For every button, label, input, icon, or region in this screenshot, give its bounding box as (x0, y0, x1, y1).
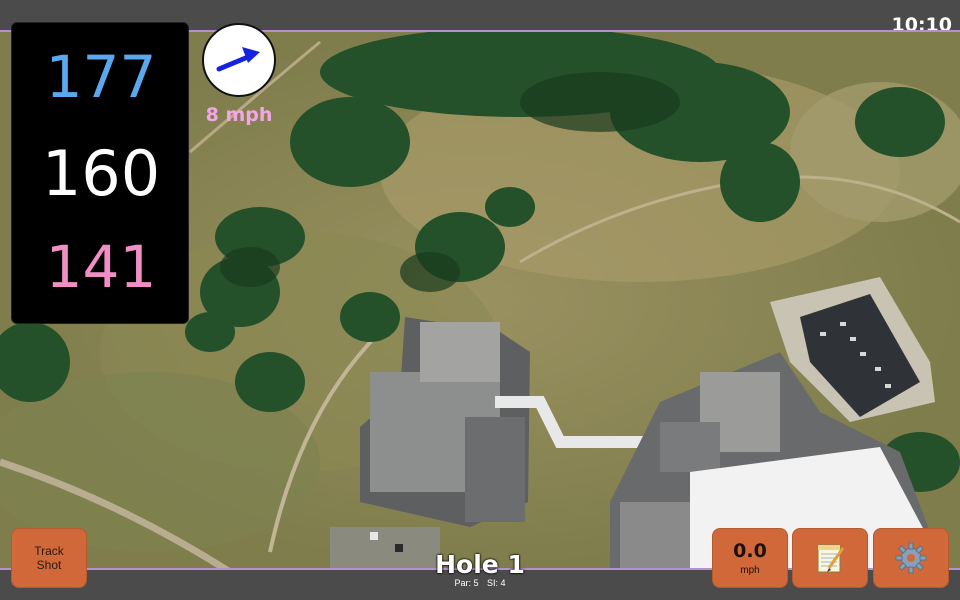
speed-unit: mph (740, 565, 760, 576)
yardage-middle: 160 (41, 137, 161, 210)
hole-info: Hole 1 Par: 5 SI: 4 (380, 550, 580, 588)
wind-indicator (202, 23, 276, 97)
arrow-up-right-icon (216, 47, 260, 72)
hole-meta: Par: 5 SI: 4 (380, 578, 580, 588)
gear-icon (895, 542, 927, 574)
yardage-back: 177 (45, 43, 157, 111)
notes-button[interactable] (792, 528, 868, 588)
track-shot-label-line1: Track (34, 544, 64, 558)
notepad-icon (817, 544, 845, 573)
track-shot-label-line2: Shot (36, 558, 62, 572)
track-shot-button[interactable]: Track Shot (11, 528, 87, 588)
yardage-front: 141 (45, 233, 157, 301)
speed-value: 0.0 (733, 540, 767, 562)
wind-speed-label: 8 mph (205, 104, 273, 126)
hole-si: SI: 4 (487, 578, 506, 588)
yardage-panel: 177 160 141 (11, 22, 189, 324)
speed-button[interactable]: 0.0 mph (712, 528, 788, 588)
settings-button[interactable] (873, 528, 949, 588)
hole-par: Par: 5 (454, 578, 479, 588)
hole-title: Hole 1 (435, 550, 525, 579)
